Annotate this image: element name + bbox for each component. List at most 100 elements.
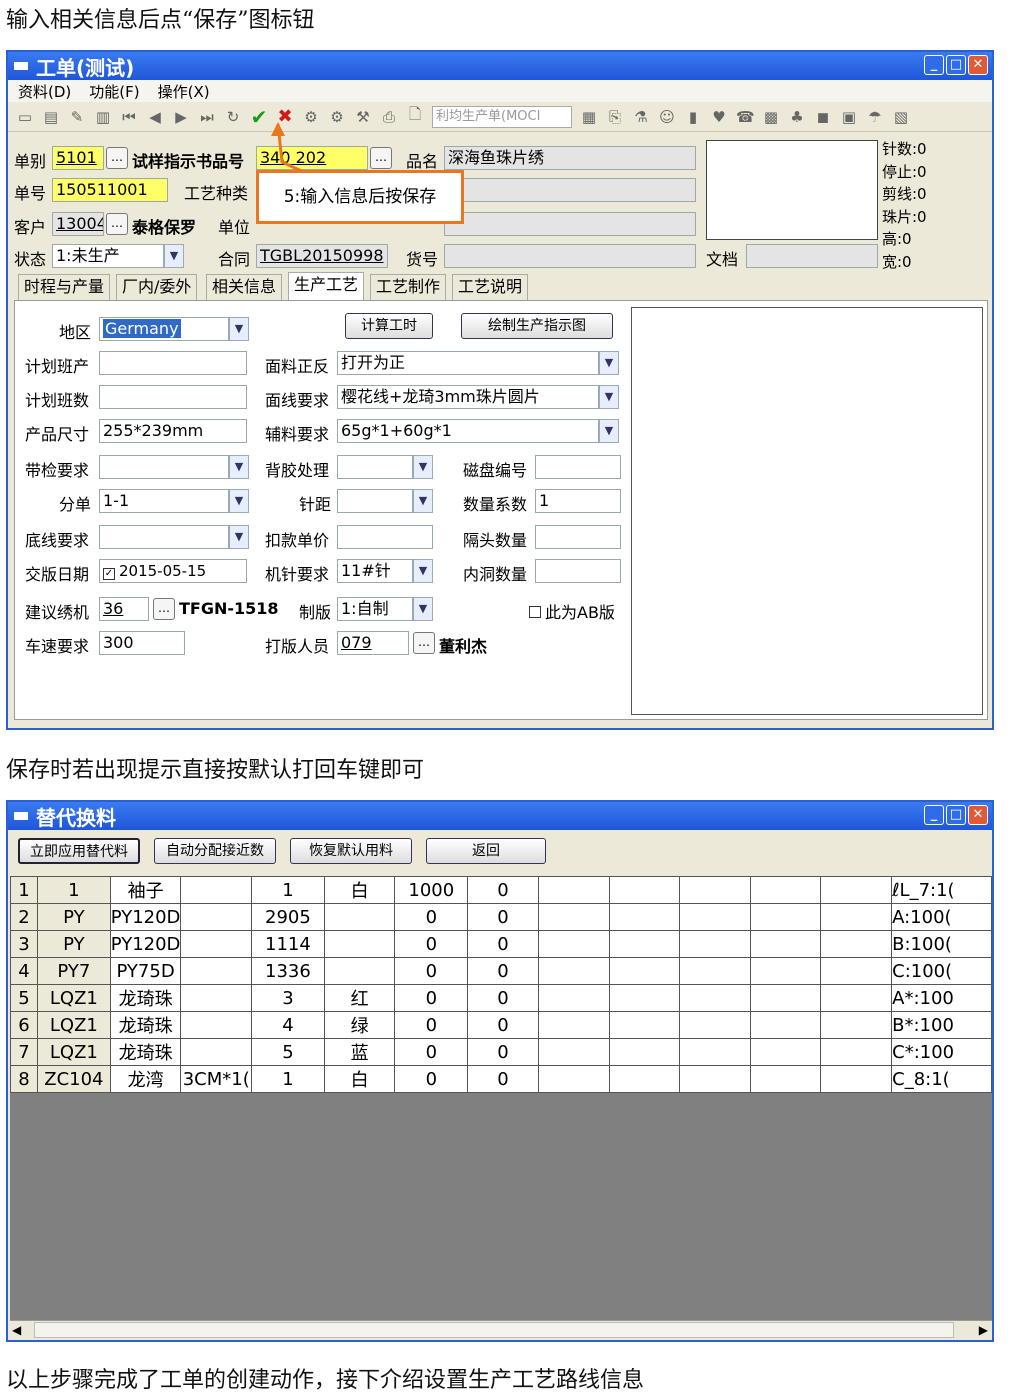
- grid-cell[interactable]: PY120D: [109, 930, 182, 958]
- grid-cell[interactable]: 龙琦珠: [109, 1011, 182, 1039]
- customer-lookup-button[interactable]: …: [106, 213, 128, 235]
- settings-icon[interactable]: ▧: [892, 108, 910, 126]
- grid-cell[interactable]: 龙琦珠: [109, 984, 182, 1012]
- tab-schedule[interactable]: 时程与产量: [18, 274, 111, 300]
- tool-icon[interactable]: ⚒: [354, 108, 372, 126]
- grid-icon[interactable]: ▦: [580, 108, 598, 126]
- grid-cell[interactable]: 0: [394, 930, 469, 958]
- speed-field[interactable]: 300: [99, 631, 185, 655]
- restore-default-button[interactable]: 恢复默认用料: [290, 838, 412, 864]
- grid-cell[interactable]: [749, 1065, 822, 1093]
- unapprove-icon[interactable]: ⚙: [328, 108, 346, 126]
- grid-cell[interactable]: 龙琦珠: [109, 1038, 182, 1066]
- umbrella-icon[interactable]: ☂: [866, 108, 884, 126]
- edit-icon[interactable]: ✎: [68, 108, 86, 126]
- deduct-field[interactable]: [337, 525, 433, 549]
- delete-icon[interactable]: ▥: [94, 108, 112, 126]
- table-row[interactable]: 1 1 袖子 1 白 1000 0 ℓL_7:1(: [10, 876, 992, 904]
- machine-code-field[interactable]: 36: [99, 597, 149, 621]
- grid-cell[interactable]: ZC104: [37, 1065, 111, 1093]
- phone-icon[interactable]: ☎: [736, 108, 755, 126]
- chevron-down-icon[interactable]: ▼: [599, 419, 619, 443]
- grid-cell[interactable]: [180, 957, 253, 985]
- grid-cell[interactable]: 5: [251, 1038, 325, 1066]
- grid-cell[interactable]: [820, 930, 893, 958]
- grid-cell[interactable]: [820, 957, 893, 985]
- apply-replace-button[interactable]: 立即应用替代料: [18, 838, 140, 864]
- grid-cell[interactable]: 绿: [323, 1011, 396, 1039]
- grid-cell[interactable]: 1: [37, 876, 111, 904]
- grid-cell[interactable]: 红: [323, 984, 396, 1012]
- grid-cell[interactable]: [323, 903, 396, 931]
- row-number[interactable]: 3: [10, 930, 39, 958]
- spacer-field[interactable]: [535, 525, 621, 549]
- grid-cell[interactable]: C_8:1(: [891, 1065, 992, 1093]
- grid-cell[interactable]: 白: [323, 1065, 396, 1093]
- grid-cell[interactable]: PY: [37, 903, 111, 931]
- split-select[interactable]: 1-1: [99, 489, 229, 513]
- grid-cell[interactable]: [679, 984, 751, 1012]
- grid-cell[interactable]: C:100(: [891, 957, 992, 985]
- bottom-thread-select[interactable]: [99, 525, 229, 549]
- document-field[interactable]: [746, 244, 878, 268]
- grid-cell[interactable]: [820, 1065, 893, 1093]
- grid-cell[interactable]: [323, 930, 396, 958]
- chevron-down-icon[interactable]: ▼: [599, 385, 619, 409]
- grid-cell[interactable]: [180, 1038, 253, 1066]
- grid-cell[interactable]: [679, 903, 751, 931]
- grid-cell[interactable]: C*:100: [891, 1038, 992, 1066]
- ab-checkbox[interactable]: [529, 606, 541, 618]
- chevron-down-icon[interactable]: ▼: [229, 317, 249, 341]
- close-button[interactable]: ✕: [968, 805, 988, 825]
- sample-book-lookup-button[interactable]: …: [370, 147, 392, 169]
- chevron-down-icon[interactable]: ▼: [599, 351, 619, 375]
- grid-cell[interactable]: 1114: [251, 930, 325, 958]
- chevron-down-icon[interactable]: ▼: [229, 489, 249, 513]
- delivery-date-field[interactable]: ✓ 2015-05-15: [99, 559, 247, 583]
- grid-cell[interactable]: [180, 876, 253, 904]
- tab-process-desc[interactable]: 工艺说明: [452, 274, 529, 300]
- grid-cell[interactable]: 0: [467, 1038, 539, 1066]
- grid-cell[interactable]: B*:100: [891, 1011, 992, 1039]
- grid-cell[interactable]: 袖子: [109, 876, 182, 904]
- grid-cell[interactable]: [180, 903, 253, 931]
- grid-cell[interactable]: 0: [467, 876, 539, 904]
- grid-cell[interactable]: [608, 903, 681, 931]
- grid-cell[interactable]: 4: [251, 1011, 325, 1039]
- tab-process-make[interactable]: 工艺制作: [370, 274, 447, 300]
- grid-cell[interactable]: [323, 957, 396, 985]
- grid-cell[interactable]: [749, 1038, 822, 1066]
- row-number[interactable]: 7: [10, 1038, 39, 1066]
- grid-cell[interactable]: [608, 876, 681, 904]
- grid-cell[interactable]: [537, 957, 610, 985]
- row-number[interactable]: 4: [10, 957, 39, 985]
- grid-cell[interactable]: PY120D: [109, 903, 182, 931]
- grid-cell[interactable]: 3: [251, 984, 325, 1012]
- bill-type-lookup-button[interactable]: …: [106, 147, 128, 169]
- grid-cell[interactable]: [608, 957, 681, 985]
- disk-field[interactable]: [535, 455, 621, 479]
- row-number[interactable]: 1: [10, 876, 39, 904]
- face-thread-select[interactable]: 樱花线+龙琦3mm珠片圆片: [337, 385, 599, 409]
- auto-assign-button[interactable]: 自动分配接近数: [154, 838, 276, 864]
- grid-cell[interactable]: [180, 984, 253, 1012]
- save-icon[interactable]: ✔: [250, 105, 268, 129]
- grid-cell[interactable]: LQZ1: [37, 984, 111, 1012]
- fabric-side-select[interactable]: 打开为正: [337, 351, 599, 375]
- plan-shifts-field[interactable]: [99, 385, 247, 409]
- grid-cell[interactable]: 0: [467, 957, 539, 985]
- menu-function[interactable]: 功能(F): [89, 81, 139, 102]
- chevron-down-icon[interactable]: ▼: [413, 559, 433, 583]
- grid-cell[interactable]: [749, 903, 822, 931]
- draw-diagram-button[interactable]: 绘制生产指示图: [461, 313, 613, 339]
- maker-code-field[interactable]: 079: [337, 631, 409, 655]
- minimize-button[interactable]: _: [924, 805, 944, 825]
- grid-cell[interactable]: 0: [394, 1065, 469, 1093]
- grid-cell[interactable]: LQZ1: [37, 1011, 111, 1039]
- unit-field[interactable]: [444, 212, 696, 236]
- grid-cell[interactable]: [749, 930, 822, 958]
- grid-cell[interactable]: 龙湾: [109, 1065, 182, 1093]
- minimize-button[interactable]: _: [924, 55, 944, 75]
- grid-cell[interactable]: PY7: [37, 957, 111, 985]
- grid-cell[interactable]: [537, 984, 610, 1012]
